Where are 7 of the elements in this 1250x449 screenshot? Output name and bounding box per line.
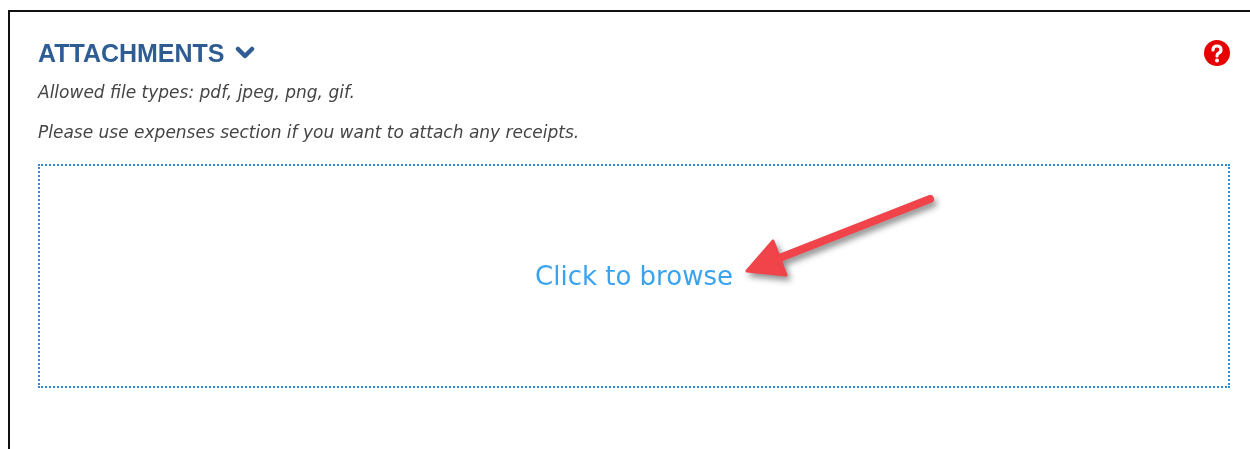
note-text: Please use expenses section if you want to attach any receipts. <box>38 122 581 142</box>
note-text: Allowed file types: pdf, jpeg, png, gif. <box>38 82 356 102</box>
browse-link[interactable]: Click to browse <box>535 261 733 291</box>
section-title: ATTACHMENTS <box>38 38 225 68</box>
chevron-down-icon[interactable] <box>234 46 255 60</box>
help-icon[interactable] <box>1204 40 1230 66</box>
drop-zone[interactable]: Click to browse <box>38 164 1230 388</box>
